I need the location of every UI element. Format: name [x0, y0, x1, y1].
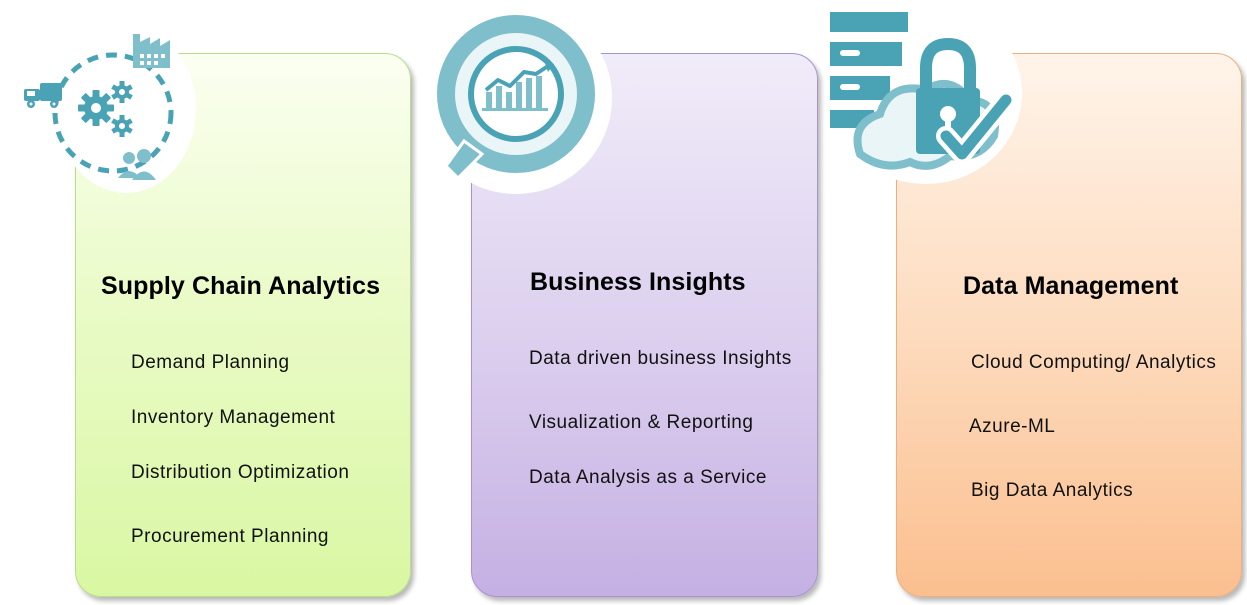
list-item: Data Analysis as a Service: [529, 467, 767, 488]
list-item: Distribution Optimization: [131, 462, 350, 483]
list-item: Inventory Management: [131, 407, 336, 428]
card-title-business-insights: Business Insights: [530, 268, 746, 296]
list-item: Big Data Analytics: [971, 480, 1134, 501]
cloud-lock-check-icon: [830, 12, 1016, 170]
list-item: Data driven business Insights: [529, 348, 792, 369]
list-item: Cloud Computing/ Analytics: [971, 352, 1217, 373]
list-item: Azure-ML: [969, 416, 1056, 437]
card-title-supply-chain: Supply Chain Analytics: [101, 272, 381, 300]
card-title-data-management: Data Management: [963, 272, 1179, 300]
supply-chain-gears-truck-icon: [24, 34, 174, 180]
magnifier-chart-icon: [437, 15, 595, 181]
list-item: Procurement Planning: [131, 526, 329, 547]
list-item: Demand Planning: [131, 352, 290, 373]
list-item: Visualization & Reporting: [529, 412, 754, 433]
